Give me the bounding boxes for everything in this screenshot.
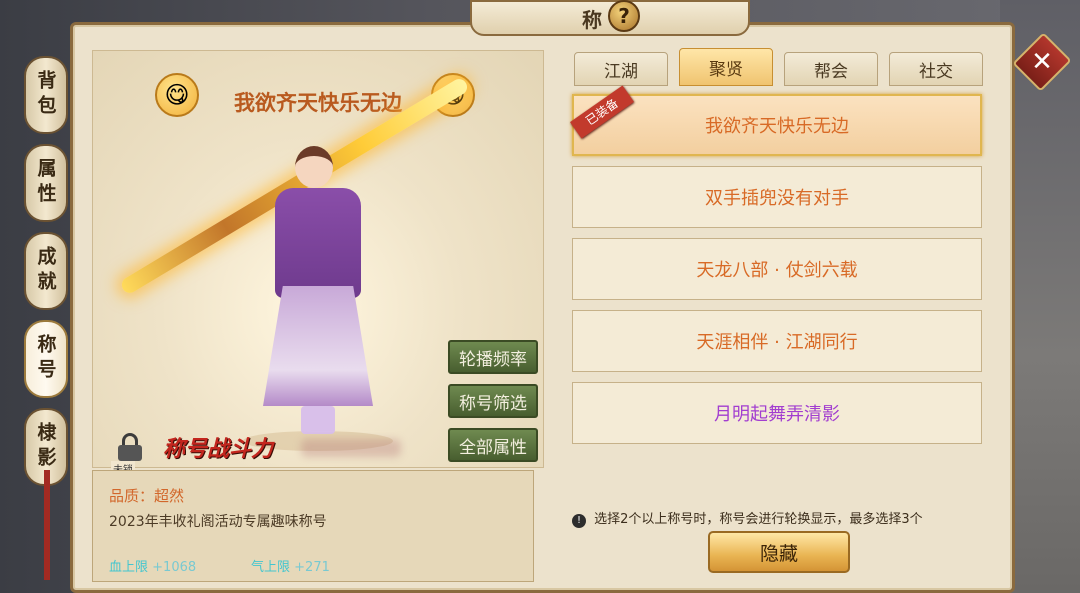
character-model xyxy=(263,146,373,446)
question-icon: ? xyxy=(618,4,630,28)
title-info-box: 品质：超然 2023年丰收礼阁活动专属趣味称号 血上限 +1068 气上限 +2… xyxy=(92,470,534,582)
title-row-label: 天涯相伴 · 江湖同行 xyxy=(696,332,858,353)
info-icon: ! xyxy=(572,514,586,528)
side-tab-achievements[interactable]: 成就 xyxy=(24,232,68,310)
title-category-tabs: 江湖 聚贤 帮会 社交 xyxy=(574,48,984,88)
character-feet xyxy=(301,406,335,434)
stat-qi: 气上限 +271 xyxy=(251,556,330,575)
title-row-label: 双手插兜没有对手 xyxy=(705,188,849,209)
rotation-note: ! 选择2个以上称号时，称号会进行轮换显示，最多选择3个 xyxy=(572,508,923,528)
title-description: 2023年丰收礼阁活动专属趣味称号 xyxy=(109,514,327,530)
hide-button[interactable]: 隐藏 xyxy=(708,531,850,573)
side-tab-backpack[interactable]: 背包 xyxy=(24,56,68,134)
character-head xyxy=(295,146,333,188)
stat-hp: 血上限 +1068 xyxy=(109,556,196,575)
rotation-note-text: 选择2个以上称号时，称号会进行轮换显示，最多选择3个 xyxy=(594,512,923,527)
stat-hp-label: 血上限 xyxy=(109,560,149,575)
quality-text: 品质：超然 xyxy=(109,487,185,505)
help-button[interactable]: ? xyxy=(608,0,640,32)
stat-qi-label: 气上限 xyxy=(251,560,291,575)
equipped-badge: 已装备 xyxy=(570,85,634,139)
all-attributes-button[interactable]: 全部属性 xyxy=(448,428,538,462)
title-power-value xyxy=(301,439,401,457)
title-row-2[interactable]: 双手插兜没有对手 xyxy=(572,166,982,228)
title-list: 已装备 我欲齐天快乐无边 双手插兜没有对手 天龙八部 · 仗剑六载 天涯相伴 ·… xyxy=(570,85,984,454)
tab-social[interactable]: 社交 xyxy=(889,52,983,86)
title-row-label: 月明起舞弄清影 xyxy=(714,404,840,425)
preview-title-text: 我欲齐天快乐无边 xyxy=(234,91,402,115)
side-nav: 背包 属性 成就 称号 棣影 xyxy=(24,56,70,496)
title-row-4[interactable]: 天涯相伴 · 江湖同行 xyxy=(572,310,982,372)
tab-jianghu[interactable]: 江湖 xyxy=(574,52,668,86)
title-row-3[interactable]: 天龙八部 · 仗剑六载 xyxy=(572,238,982,300)
stat-hp-value: +1068 xyxy=(152,560,197,575)
decorative-tassel xyxy=(44,470,50,580)
title-row-label: 天龙八部 · 仗剑六载 xyxy=(696,260,858,281)
stat-qi-value: +271 xyxy=(294,560,330,575)
close-icon: ✕ xyxy=(1031,47,1053,77)
tab-guild[interactable]: 帮会 xyxy=(784,52,878,86)
title-row-label: 我欲齐天快乐无边 xyxy=(705,116,849,137)
rotate-frequency-button[interactable]: 轮播频率 xyxy=(448,340,538,374)
tab-juxian[interactable]: 聚贤 xyxy=(679,48,773,86)
title-row-5[interactable]: 月明起舞弄清影 xyxy=(572,382,982,444)
title-power-label: 称号战斗力 xyxy=(163,436,274,462)
character-skirt xyxy=(263,286,373,406)
title-row-1[interactable]: 已装备 我欲齐天快乐无边 xyxy=(570,85,982,156)
side-tab-titles[interactable]: 称号 xyxy=(24,320,68,398)
smiley-left-icon: 😋 xyxy=(155,73,199,117)
side-tab-attributes[interactable]: 属性 xyxy=(24,144,68,222)
title-filter-button[interactable]: 称号筛选 xyxy=(448,384,538,418)
character-robe xyxy=(275,188,361,298)
